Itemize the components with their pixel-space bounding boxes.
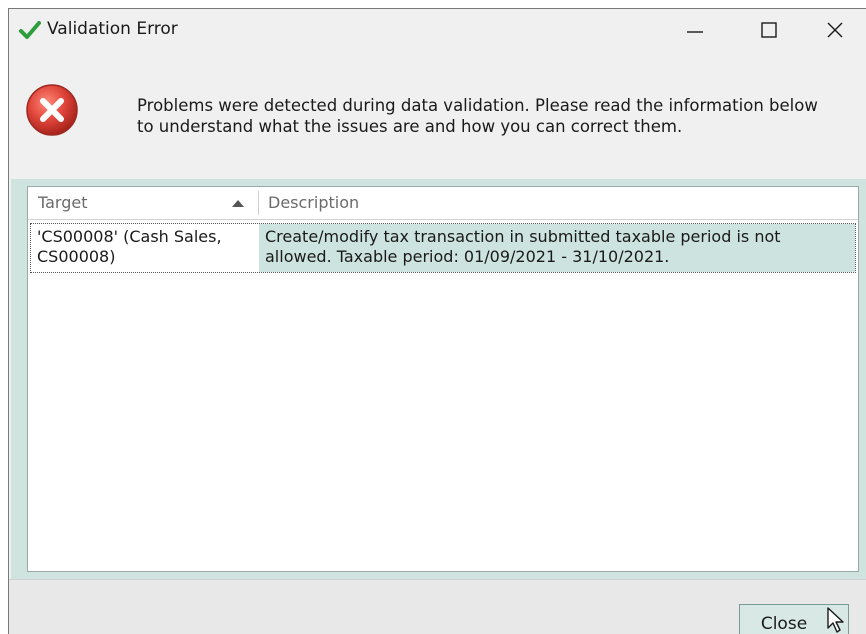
column-divider[interactable]: [258, 191, 259, 215]
maximize-button[interactable]: [739, 9, 799, 51]
message-area: Problems were detected during data valid…: [9, 51, 866, 179]
validation-message: Problems were detected during data valid…: [137, 96, 818, 136]
dialog-footer: Close: [9, 579, 866, 634]
description-cell[interactable]: Create/modify tax transaction in submitt…: [259, 224, 855, 272]
target-cell[interactable]: 'CS00008' (Cash Sales, CS00008): [31, 224, 259, 272]
checkmark-icon: [19, 21, 41, 39]
error-icon: [26, 84, 78, 136]
table-row[interactable]: 'CS00008' (Cash Sales, CS00008) Create/m…: [30, 223, 856, 273]
minimize-button[interactable]: [665, 9, 725, 51]
window-title: Validation Error: [47, 19, 178, 39]
title-bar[interactable]: Validation Error: [9, 9, 866, 51]
close-button-label: Close: [760, 614, 808, 634]
grid-header: Target Description: [28, 187, 858, 220]
validation-grid[interactable]: Target Description 'CS00008' (Cash Sales…: [27, 186, 859, 572]
close-icon: [827, 22, 843, 38]
mouse-cursor-icon: [827, 607, 844, 633]
column-header-target[interactable]: Target: [38, 187, 258, 219]
grid-panel: Target Description 'CS00008' (Cash Sales…: [11, 179, 866, 579]
minimize-icon: [687, 31, 703, 33]
validation-error-dialog: Validation Error Problems were detected …: [8, 8, 866, 634]
column-header-description[interactable]: Description: [268, 187, 848, 219]
window-close-button[interactable]: [805, 9, 865, 51]
maximize-icon: [761, 22, 777, 38]
sort-ascending-icon[interactable]: [232, 200, 244, 207]
